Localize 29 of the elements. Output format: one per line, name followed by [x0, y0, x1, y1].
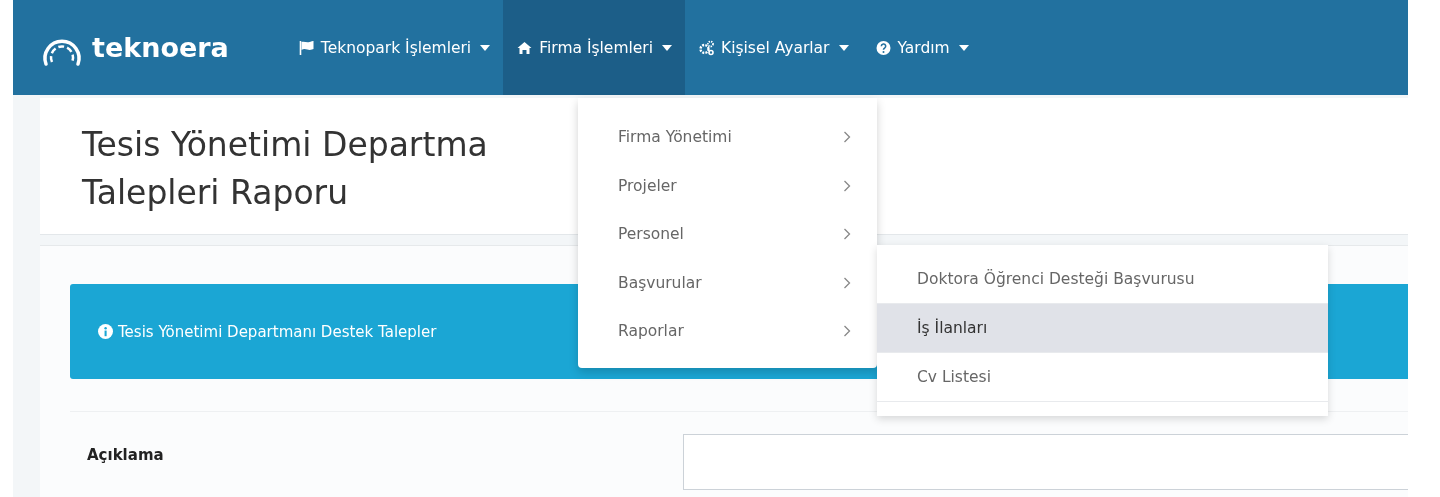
description-input[interactable] [683, 434, 1408, 490]
home-icon [516, 39, 534, 56]
submenu-item[interactable]: İş İlanları [877, 304, 1328, 353]
menu-item[interactable]: Projeler [578, 161, 877, 210]
chevron-right-icon [843, 228, 851, 241]
chevron-right-icon [843, 325, 851, 338]
menu-item[interactable]: Raporlar [578, 307, 877, 356]
help-icon [874, 39, 892, 56]
submenu-item[interactable]: Cv Listesi [877, 353, 1328, 402]
caret-icon [662, 44, 672, 51]
field-label: Açıklama [86, 445, 165, 466]
info-icon [98, 324, 113, 339]
menu-item[interactable]: Başvurular [578, 258, 877, 307]
menu-item[interactable]: Firma Yönetimi [578, 113, 877, 162]
caret-icon [838, 44, 849, 51]
brand-name[interactable]: teknoera [92, 32, 229, 63]
menu-item[interactable]: Personel [578, 210, 877, 259]
nav-menu-item[interactable]: Firma İşlemleri [503, 0, 685, 95]
alert-text: Tesis Yönetimi Departmanı Destek Talepler [118, 322, 437, 341]
caret-icon [480, 44, 491, 51]
nav-menu-item[interactable]: Teknopark İşlemleri [284, 0, 504, 95]
caret-icon [958, 44, 969, 51]
chevron-right-icon [843, 179, 851, 192]
nav-menu-item[interactable]: Yardım [861, 0, 982, 95]
flag-icon [297, 39, 315, 56]
nav-menu-item[interactable]: Kişisel Ayarlar [685, 0, 862, 95]
chevron-right-icon [843, 131, 851, 144]
page-title: Tesis Yönetimi Departma Talepleri Raporu [82, 124, 488, 214]
chevron-right-icon [843, 276, 851, 289]
